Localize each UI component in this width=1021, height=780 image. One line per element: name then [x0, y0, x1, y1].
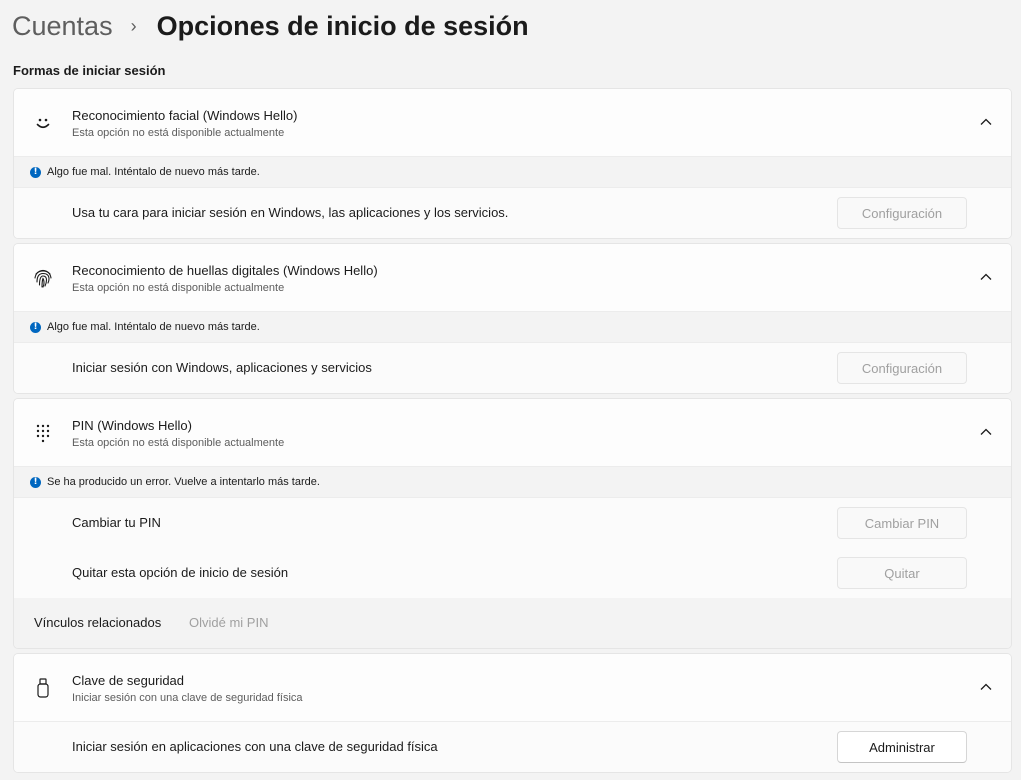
section-title: Formas de iniciar sesión: [13, 63, 166, 78]
forgot-pin-link[interactable]: Olvidé mi PIN: [189, 615, 268, 630]
usb-key-icon: [32, 677, 54, 699]
fingerprint-configuration-button[interactable]: Configuración: [837, 352, 967, 384]
face-configuration-button[interactable]: Configuración: [837, 197, 967, 229]
fingerprint-setup-row: Iniciar sesión con Windows, aplicaciones…: [14, 343, 1011, 393]
chevron-up-icon[interactable]: [979, 425, 993, 439]
error-message: Se ha producido un error. Vuelve a inten…: [47, 476, 320, 488]
change-pin-row: Cambiar tu PIN Cambiar PIN: [14, 498, 1011, 548]
error-message: Algo fue mal. Inténtalo de nuevo más tar…: [47, 321, 260, 333]
remove-pin-row: Quitar esta opción de inicio de sesión Q…: [14, 548, 1011, 598]
fingerprint-header[interactable]: Reconocimiento de huellas digitales (Win…: [14, 244, 1011, 312]
error-message: Algo fue mal. Inténtalo de nuevo más tar…: [47, 166, 260, 178]
info-icon: !: [30, 321, 41, 333]
fingerprint-card: Reconocimiento de huellas digitales (Win…: [13, 243, 1012, 394]
error-banner: ! Se ha producido un error. Vuelve a int…: [14, 467, 1011, 498]
chevron-up-icon[interactable]: [979, 680, 993, 694]
security-key-title: Clave de seguridad: [72, 673, 185, 688]
info-icon: !: [30, 476, 41, 488]
fingerprint-icon: [32, 267, 54, 289]
remove-pin-label: Quitar esta opción de inicio de sesión: [72, 565, 289, 580]
remove-pin-button[interactable]: Quitar: [837, 557, 967, 589]
pin-title: PIN (Windows Hello): [72, 418, 192, 433]
face-setup-label: Usa tu cara para iniciar sesión en Windo…: [72, 205, 509, 220]
face-recognition-header[interactable]: Reconocimiento facial (Windows Hello) Es…: [14, 89, 1011, 157]
breadcrumb-parent-link[interactable]: Cuentas: [12, 11, 113, 42]
chevron-up-icon[interactable]: [979, 270, 993, 284]
security-key-row: Iniciar sesión en aplicaciones con una c…: [14, 722, 1011, 772]
security-key-subtitle: Iniciar sesión con una clave de segurida…: [72, 692, 303, 704]
fingerprint-subtitle: Esta opción no está disponible actualmen…: [72, 282, 285, 294]
error-banner: ! Algo fue mal. Inténtalo de nuevo más t…: [14, 157, 1011, 188]
face-recognition-title: Reconocimiento facial (Windows Hello): [72, 108, 298, 123]
fingerprint-title: Reconocimiento de huellas digitales (Win…: [72, 263, 378, 278]
page-title: Opciones de inicio de sesión: [156, 10, 529, 41]
error-banner: ! Algo fue mal. Inténtalo de nuevo más t…: [14, 312, 1011, 343]
manage-button[interactable]: Administrar: [837, 731, 967, 763]
related-links: Vínculos relacionados Olvidé mi PIN: [14, 598, 1011, 648]
pin-subtitle: Esta opción no está disponible actualmen…: [72, 437, 285, 449]
keypad-icon: [32, 422, 54, 444]
breadcrumb-separator-icon: ›: [130, 15, 137, 36]
security-key-header[interactable]: Clave de seguridad Iniciar sesión con un…: [14, 654, 1011, 722]
security-key-card: Clave de seguridad Iniciar sesión con un…: [13, 653, 1012, 773]
face-setup-row: Usa tu cara para iniciar sesión en Windo…: [14, 188, 1011, 238]
related-links-label: Vínculos relacionados: [34, 615, 162, 630]
face-recognition-subtitle: Esta opción no está disponible actualmen…: [72, 127, 285, 139]
pin-header[interactable]: PIN (Windows Hello) Esta opción no está …: [14, 399, 1011, 467]
face-recognition-card: Reconocimiento facial (Windows Hello) Es…: [13, 88, 1012, 239]
breadcrumb: Cuentas › Opciones de inicio de sesión: [12, 6, 529, 46]
security-key-label: Iniciar sesión en aplicaciones con una c…: [72, 739, 438, 754]
change-pin-button[interactable]: Cambiar PIN: [837, 507, 967, 539]
smile-face-icon: [32, 112, 54, 134]
pin-card: PIN (Windows Hello) Esta opción no está …: [13, 398, 1012, 649]
info-icon: !: [30, 166, 41, 178]
fingerprint-setup-label: Iniciar sesión con Windows, aplicaciones…: [72, 360, 372, 375]
change-pin-label: Cambiar tu PIN: [72, 515, 161, 530]
chevron-up-icon[interactable]: [979, 115, 993, 129]
